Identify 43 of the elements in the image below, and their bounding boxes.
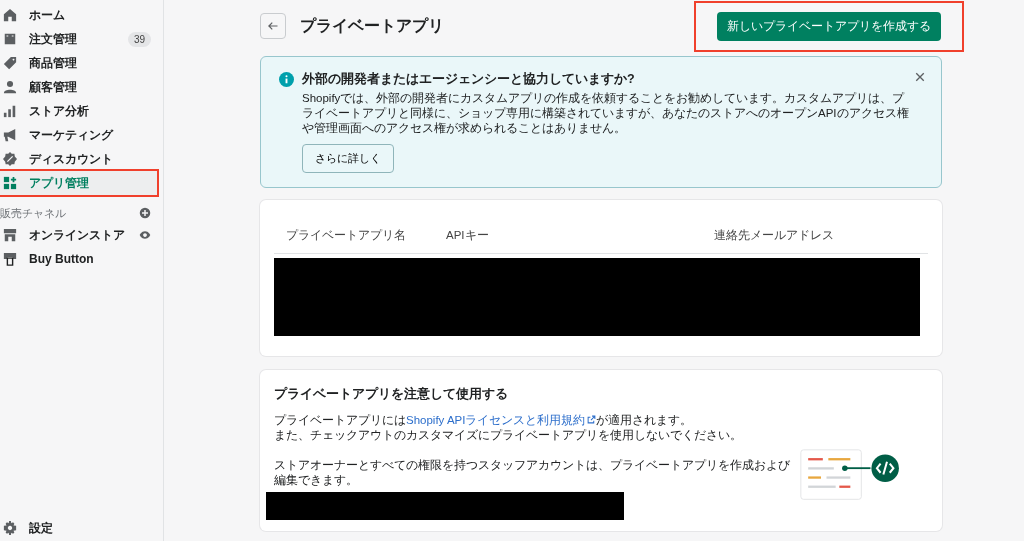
column-header: APIキー: [446, 228, 490, 243]
section-title: 販売チャネル: [0, 205, 66, 221]
home-icon: [3, 8, 17, 22]
nav-item[interactable]: マーケティング: [0, 123, 157, 147]
column-header: 連絡先メールアドレス: [714, 228, 834, 243]
apps-icon: [3, 176, 17, 190]
banner-text: Shopifyでは、外部の開発者にカスタムアプリの作成を依頼することをお勧めしています。カスタムアプリは、プライベートアプリと同様に、ショップ専用に構築されていますが、あなたのストアへのオープンAPIのアクセス権や管理画面へのアクセス権が求められることはありません。: [302, 91, 910, 136]
nav-item[interactable]: 商品管理: [0, 51, 157, 75]
nav-item[interactable]: Buy Button: [0, 247, 157, 271]
view-button[interactable]: [139, 229, 151, 241]
column-header: プライベートアプリ名: [285, 228, 407, 243]
nav-item[interactable]: ディスカウント: [0, 147, 157, 171]
nav-item[interactable]: 顧客管理: [0, 75, 157, 99]
banner-title: 外部の開発者またはエージェンシーと協力していますか?: [302, 71, 636, 88]
paragraph: また、チェックアウトのカスタマイズにプライベートアプリを使用しないでください。: [274, 428, 743, 443]
nav-item[interactable]: ホーム: [0, 3, 157, 27]
count-badge: 39: [127, 31, 151, 47]
settings-icon: [3, 521, 17, 535]
learn-more-button[interactable]: さらに詳しく: [302, 144, 394, 173]
nav-item[interactable]: 設定: [0, 515, 157, 541]
megaphone-icon: [3, 128, 17, 142]
eye-icon: [139, 229, 151, 241]
discount-badge-icon: [3, 152, 17, 166]
back-arrow-icon: [267, 20, 279, 32]
card-title: プライベートアプリを注意して使用する: [274, 386, 509, 403]
page-title: プライベートアプリ: [300, 15, 445, 36]
license-link[interactable]: Shopify APIライセンスと利用規約: [406, 414, 597, 426]
info-icon: [279, 72, 294, 87]
nav-item[interactable]: オンラインストア: [0, 223, 157, 247]
buy-button-icon: [3, 252, 17, 266]
paragraph: ストアオーナーとすべての権限を持つスタッフアカウントは、プライベートアプリを作成および編集できます。: [274, 458, 791, 488]
nav-item[interactable]: アプリ管理: [0, 171, 157, 195]
add-channel-button[interactable]: [139, 207, 151, 219]
plus-circle-icon: [139, 207, 151, 219]
create-app-button[interactable]: 新しいプライベートアプリを作成する: [717, 11, 941, 41]
external-link-icon: [587, 415, 597, 424]
storefront-icon: [3, 228, 17, 242]
tag-icon: [3, 56, 17, 70]
nav-item[interactable]: ストア分析: [0, 99, 157, 123]
paragraph: プライベートアプリにはShopify APIライセンスと利用規約 が適用されます。: [274, 413, 694, 428]
person-icon: [3, 80, 17, 94]
nav-item[interactable]: 注文管理 39: [0, 27, 157, 51]
bar-chart-icon: [3, 104, 17, 118]
